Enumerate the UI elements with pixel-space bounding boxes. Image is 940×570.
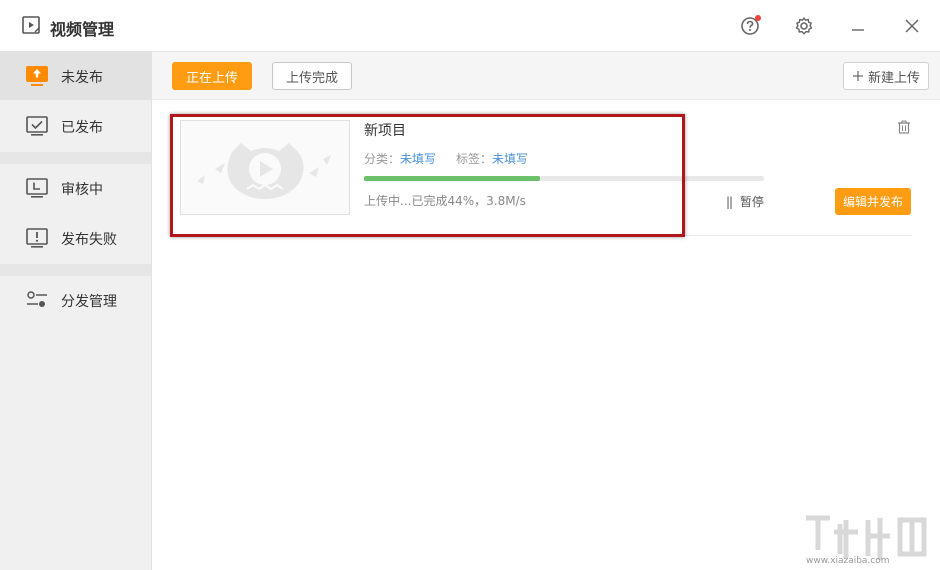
tag-value-link[interactable]: 未填写 (492, 152, 528, 166)
upload-item: 新项目 分类：未填写 标签：未填写 上传中...已完成44%，3.8M/s ||… (170, 112, 912, 236)
sidebar-item-label: 发布失败 (61, 232, 117, 248)
sidebar-divider (0, 152, 151, 164)
watermark-text: www.xiazaiba.com (806, 556, 890, 566)
tab-uploading[interactable]: 正在上传 (172, 62, 252, 90)
notification-dot (755, 15, 761, 21)
minimize-icon (852, 29, 864, 31)
new-upload-button[interactable]: 新建上传 (843, 62, 929, 90)
pause-button[interactable]: || 暂停 (726, 193, 764, 210)
help-button[interactable] (738, 14, 762, 38)
plus-icon (852, 71, 863, 81)
sliders-icon (27, 291, 47, 307)
placeholder-mascot-icon (197, 143, 331, 199)
upload-progress-fill (364, 176, 540, 181)
gear-icon (795, 17, 813, 35)
sidebar-item-failed[interactable]: 发布失败 (0, 214, 151, 262)
tab-upload-complete[interactable]: 上传完成 (272, 62, 352, 90)
sidebar-item-label: 审核中 (61, 182, 103, 198)
category-value-link[interactable]: 未填写 (400, 152, 436, 166)
minimize-button[interactable] (846, 14, 870, 38)
new-upload-label: 新建上传 (867, 70, 920, 86)
video-thumbnail (180, 120, 350, 215)
close-icon (905, 19, 919, 33)
sidebar: 未发布 已发布 审核中 发布失败 分发管理 (0, 52, 152, 570)
category-label: 分类： (364, 152, 401, 166)
sidebar-divider (0, 264, 151, 276)
sidebar-item-label: 未发布 (61, 70, 103, 86)
app-title: 视频管理 (50, 20, 115, 39)
edit-and-publish-button[interactable]: 编辑并发布 (835, 188, 911, 215)
sidebar-item-distribution[interactable]: 分发管理 (0, 276, 151, 324)
upload-progress-bar (364, 176, 764, 181)
sidebar-item-unpublished[interactable]: 未发布 (0, 52, 151, 100)
pause-icon: || (726, 195, 733, 209)
sidebar-item-label: 分发管理 (61, 294, 117, 310)
upload-status: 上传中...已完成44%，3.8M/s (364, 194, 526, 208)
sidebar-item-label: 已发布 (61, 120, 103, 136)
upload-icon (26, 66, 48, 86)
sidebar-item-reviewing[interactable]: 审核中 (0, 164, 151, 212)
sidebar-item-published[interactable]: 已发布 (0, 102, 151, 150)
check-box-icon (26, 116, 48, 136)
video-app-icon (22, 16, 40, 34)
settings-button[interactable] (792, 14, 816, 38)
toolbar: 正在上传 上传完成 新建上传 (152, 52, 940, 100)
clock-monitor-icon (26, 178, 48, 198)
tag-label: 标签： (456, 152, 493, 166)
trash-icon[interactable] (897, 120, 911, 134)
alert-box-icon (26, 228, 48, 248)
close-button[interactable] (900, 14, 924, 38)
title-bar: 视频管理 (0, 0, 940, 52)
category-meta: 分类：未填写 (364, 150, 436, 167)
tag-meta: 标签：未填写 (456, 150, 528, 167)
item-title: 新项目 (364, 123, 406, 139)
pause-label: 暂停 (739, 195, 764, 209)
